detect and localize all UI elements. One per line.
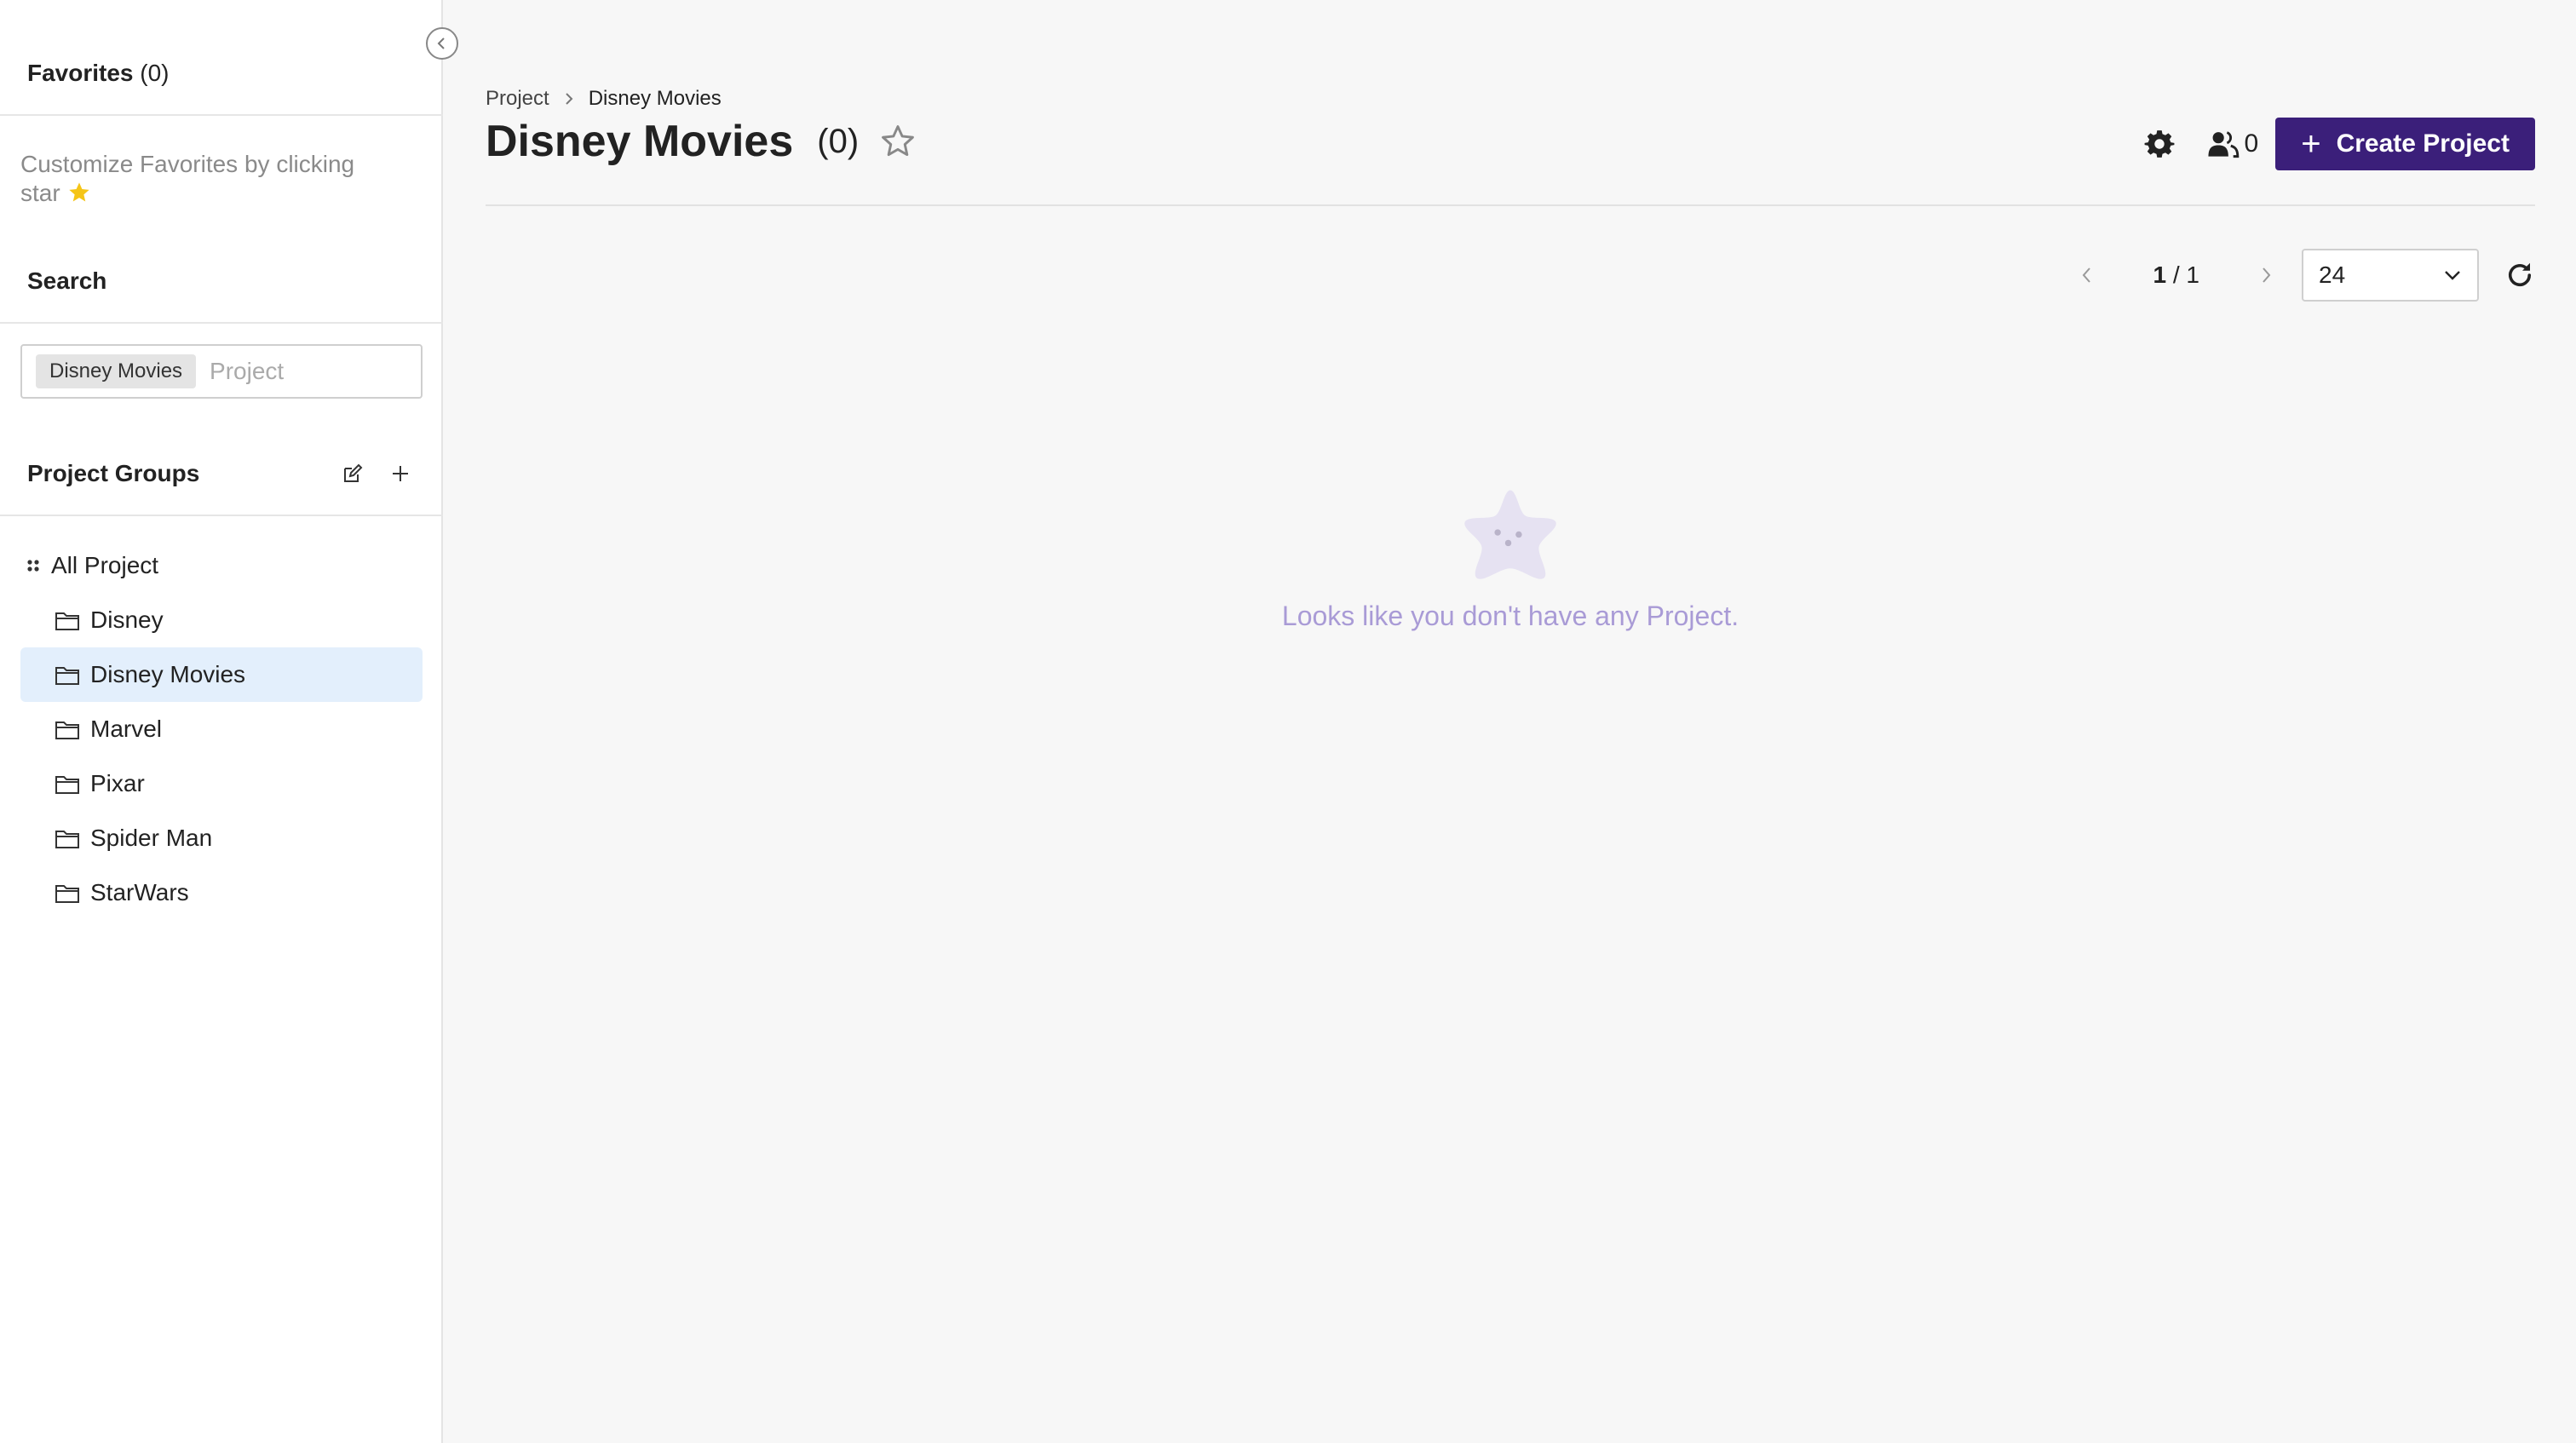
collapse-sidebar-button[interactable] <box>426 27 458 60</box>
folder-icon <box>55 882 80 904</box>
empty-state: Looks like you don't have any Project. <box>486 484 2535 632</box>
plus-icon: + <box>2301 125 2321 163</box>
page-separator: / <box>2172 262 2180 288</box>
project-count: (0) <box>817 122 860 160</box>
tree-item-all-project[interactable]: All Project <box>20 538 423 593</box>
empty-star-illustration <box>1458 484 1563 594</box>
refresh-button[interactable] <box>2504 260 2535 290</box>
favorites-hint: Customize Favorites by clicking star <box>20 150 395 208</box>
tree-item-starwars[interactable]: StarWars <box>20 865 423 920</box>
breadcrumb-project-link[interactable]: Project <box>486 87 549 111</box>
chevron-left-icon <box>437 37 445 49</box>
tree-item-label: Disney <box>90 607 164 633</box>
users-icon <box>2207 131 2239 158</box>
header-divider <box>486 204 2535 206</box>
favorites-header: Favorites (0) <box>27 60 170 87</box>
folder-icon <box>55 718 80 740</box>
tree-item-label: Spider Man <box>90 825 213 851</box>
drag-handle-icon <box>26 558 41 573</box>
add-group-button[interactable] <box>383 457 417 491</box>
tree-item-disney[interactable]: Disney <box>20 593 423 647</box>
search-title: Search <box>27 267 107 294</box>
sidebar: Favorites (0) Customize Favorites by cli… <box>0 0 458 1443</box>
folder-icon <box>55 773 80 795</box>
search-input[interactable] <box>210 358 398 385</box>
edit-groups-button[interactable] <box>336 457 370 491</box>
project-group-tree: All Project Disney Disney Movies Marvel … <box>20 538 423 920</box>
star-icon <box>882 125 915 157</box>
divider <box>0 114 443 116</box>
divider <box>0 515 443 516</box>
settings-button[interactable] <box>2142 127 2176 161</box>
empty-message: Looks like you don't have any Project. <box>1281 601 1739 631</box>
pagination: 1 / 1 24 <box>2070 249 2536 302</box>
total-pages: 1 <box>2186 262 2199 288</box>
prev-page-button[interactable] <box>2070 258 2104 292</box>
gear-icon <box>2144 130 2174 158</box>
favorite-star-button[interactable] <box>879 123 917 160</box>
page-size-select[interactable]: 24 <box>2302 249 2479 302</box>
member-count: 0 <box>2244 129 2259 158</box>
title-row: Disney Movies (0) <box>486 116 917 167</box>
chevron-left-icon <box>2082 267 2090 283</box>
chevron-right-icon <box>2263 267 2271 283</box>
project-groups-actions <box>336 457 417 491</box>
page-indicator: 1 / 1 <box>2153 262 2200 289</box>
search-filter-tag[interactable]: Disney Movies <box>36 354 197 388</box>
tree-item-label: StarWars <box>90 879 189 905</box>
search-box[interactable]: Disney Movies <box>20 344 423 399</box>
refresh-icon <box>2508 262 2532 287</box>
tree-item-disney-movies[interactable]: Disney Movies <box>20 647 423 702</box>
folder-icon <box>55 609 80 631</box>
tree-item-label: All Project <box>51 552 159 578</box>
current-page: 1 <box>2153 262 2167 288</box>
members-button[interactable]: 0 <box>2207 129 2259 158</box>
star-emoji-icon <box>69 182 90 202</box>
page-size-value: 24 <box>2319 262 2346 288</box>
chevron-right-icon <box>563 91 575 106</box>
folder-icon <box>55 827 80 849</box>
tree-item-marvel[interactable]: Marvel <box>20 702 423 756</box>
tree-item-pixar[interactable]: Pixar <box>20 756 423 811</box>
tree-item-spider-man[interactable]: Spider Man <box>20 811 423 865</box>
tree-item-label: Pixar <box>90 770 145 796</box>
project-groups-title: Project Groups <box>27 460 200 486</box>
favorites-title: Favorites <box>27 60 134 86</box>
chevron-down-icon <box>2445 271 2460 280</box>
header-actions: 0 + Create Project <box>2142 118 2535 170</box>
tree-item-label: Marvel <box>90 716 163 742</box>
breadcrumb-current: Disney Movies <box>588 87 722 110</box>
divider <box>0 322 443 324</box>
folder-icon <box>55 664 80 686</box>
plus-icon <box>393 466 408 481</box>
breadcrumb: Project Disney Movies <box>486 87 722 111</box>
tree-item-label: Disney Movies <box>90 661 246 687</box>
create-project-button[interactable]: + Create Project <box>2275 118 2535 170</box>
edit-icon <box>344 463 363 482</box>
next-page-button[interactable] <box>2249 258 2283 292</box>
create-project-label: Create Project <box>2336 129 2510 158</box>
favorites-count: (0) <box>140 60 170 86</box>
page-title: Disney Movies <box>486 117 794 166</box>
